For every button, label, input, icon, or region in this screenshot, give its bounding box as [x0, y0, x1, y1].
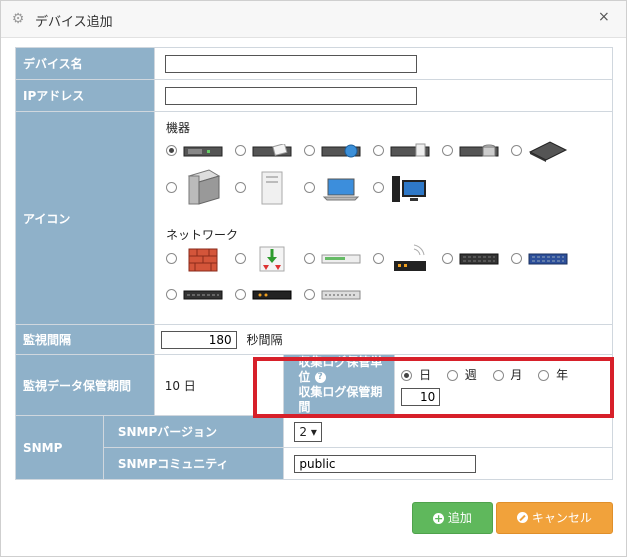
- log-unit-label: 収集ログ保管単位: [298, 355, 383, 384]
- equipment-icon-radio[interactable]: [235, 145, 246, 156]
- equipment-group-label: 機器: [166, 121, 191, 135]
- storage-box-icon[interactable]: [183, 168, 223, 211]
- firewall-icon[interactable]: [183, 245, 223, 276]
- equipment-icon-radio[interactable]: [373, 145, 384, 156]
- server-1u-drive-icon[interactable]: [390, 143, 430, 162]
- equipment-icon-radio[interactable]: [304, 182, 315, 193]
- switch-dark-icon[interactable]: [252, 289, 292, 304]
- device-name-input[interactable]: [164, 54, 417, 73]
- log-period-label: 収集ログ保管期間: [298, 385, 383, 414]
- server-1u-icon[interactable]: [183, 144, 223, 161]
- switch-white-icon[interactable]: [321, 252, 361, 269]
- snmp-version-select[interactable]: 2 ▾: [294, 421, 322, 442]
- icon-label: アイコン: [15, 111, 155, 325]
- equipment-icon-radio[interactable]: [235, 182, 246, 193]
- monitor-interval-input[interactable]: [160, 330, 237, 349]
- desktop-pc-icon[interactable]: [390, 170, 430, 209]
- network-icon-radio[interactable]: [511, 253, 522, 264]
- equipment-icon-radio[interactable]: [166, 182, 177, 193]
- snmp-version-label: SNMPバージョン: [102, 415, 285, 448]
- network-icon-radio[interactable]: [235, 253, 246, 264]
- unit-week-label: 週: [464, 367, 477, 382]
- network-group-label: ネットワーク: [166, 228, 239, 242]
- unit-week-radio[interactable]: [446, 369, 458, 381]
- ban-icon: [517, 512, 529, 523]
- switch-blue-icon[interactable]: [528, 251, 568, 270]
- plus-circle-icon: +: [433, 512, 445, 525]
- unit-year-radio[interactable]: [538, 369, 550, 381]
- unit-month-label: 月: [510, 367, 523, 382]
- server-1u-globe-icon[interactable]: [321, 143, 361, 162]
- icon-area: 機器 ネットワーク: [156, 113, 613, 325]
- server-flat-icon[interactable]: [528, 140, 568, 165]
- ip-address-label: IPアドレス: [15, 79, 155, 112]
- device-name-label: デバイス名: [15, 47, 155, 80]
- server-db-icon[interactable]: [459, 143, 499, 162]
- network-icon-radio[interactable]: [166, 289, 177, 300]
- add-button[interactable]: + 追加: [412, 502, 493, 534]
- cancel-button-label: キャンセル: [531, 511, 592, 525]
- network-icon-radio[interactable]: [235, 289, 246, 300]
- switch-gray-icon[interactable]: [321, 289, 361, 304]
- equipment-icon-radio[interactable]: [166, 145, 177, 156]
- data-retention-label: 監視データ保管期間: [15, 354, 155, 416]
- router-arrows-icon[interactable]: [252, 243, 292, 278]
- network-icon-radio[interactable]: [373, 253, 384, 264]
- equipment-icon-radio[interactable]: [373, 182, 384, 193]
- close-button[interactable]: ×: [598, 9, 610, 25]
- network-icon-radio[interactable]: [166, 253, 177, 264]
- help-icon[interactable]: ?: [314, 372, 326, 383]
- network-icon-radio[interactable]: [304, 253, 315, 264]
- unit-day-radio[interactable]: [401, 369, 413, 381]
- equipment-icon-radio[interactable]: [511, 145, 522, 156]
- network-icon-radio[interactable]: [304, 289, 315, 300]
- unit-year-label: 年: [556, 367, 569, 382]
- log-period-input[interactable]: [401, 387, 441, 406]
- add-button-label: 追加: [447, 511, 472, 525]
- dialog-title: デバイス追加: [35, 15, 113, 30]
- equipment-icon-radio[interactable]: [304, 145, 315, 156]
- interval-unit: 秒間隔: [246, 332, 283, 347]
- ip-address-input[interactable]: [164, 86, 417, 105]
- monitor-interval-label: 監視間隔: [15, 324, 155, 355]
- laptop-icon[interactable]: [321, 173, 361, 206]
- snmp-community-label: SNMPコミュニティ: [102, 447, 285, 480]
- unit-month-radio[interactable]: [492, 369, 504, 381]
- equipment-icon-radio[interactable]: [442, 145, 453, 156]
- snmp-community-input[interactable]: [294, 454, 477, 473]
- cancel-button[interactable]: キャンセル: [496, 502, 613, 534]
- network-icon-radio[interactable]: [442, 253, 453, 264]
- dialog-titlebar: ⚙ デバイス追加 ×: [1, 1, 626, 38]
- snmp-label: SNMP: [15, 415, 104, 480]
- switch-black-icon[interactable]: [459, 251, 499, 270]
- switch-small-icon[interactable]: [183, 289, 223, 304]
- server-1u-paper-icon[interactable]: [252, 143, 292, 161]
- wifi-router-icon[interactable]: [390, 243, 430, 278]
- data-retention-value: 10 日: [153, 354, 285, 416]
- tower-server-icon[interactable]: [252, 168, 292, 211]
- unit-day-label: 日: [419, 367, 432, 382]
- gear-icon: ⚙: [11, 11, 25, 27]
